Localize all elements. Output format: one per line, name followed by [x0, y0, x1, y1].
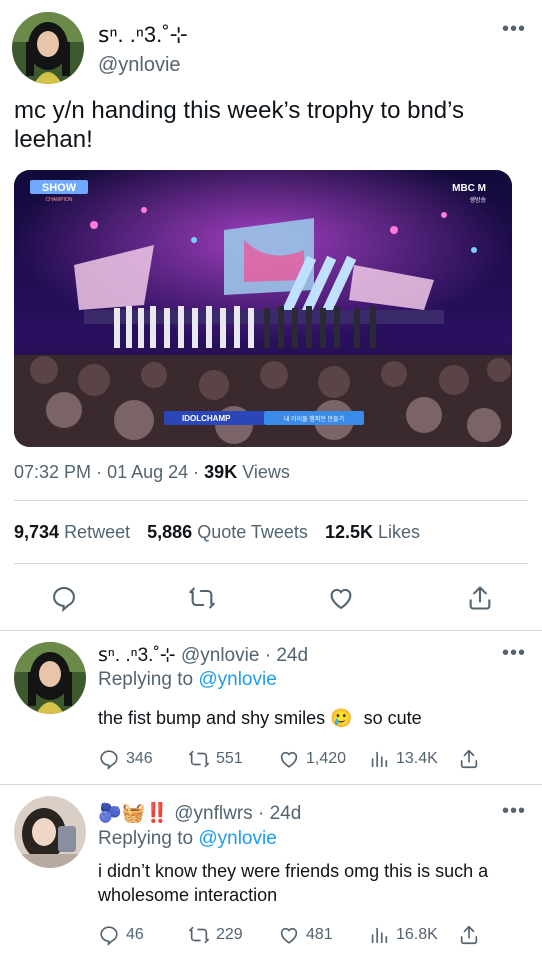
more-icon[interactable]: •••	[502, 642, 526, 665]
reply-avatar[interactable]	[14, 642, 86, 714]
tweet-time[interactable]: 07:32 PM	[14, 462, 91, 482]
views-label: Views	[242, 462, 290, 482]
reply-like-action[interactable]: 1,420	[278, 748, 368, 770]
show-logo: SHOW	[42, 182, 77, 194]
reply-actions: 46 229 481 16.8K	[98, 924, 480, 946]
tweet-stats: 9,734 Retweet 5,886 Quote Tweets 12.5K L…	[14, 520, 432, 544]
reply-views-action[interactable]: 16.8K	[368, 924, 458, 946]
like-icon[interactable]	[327, 584, 355, 612]
reply-text: i didn’t know they were friends omg this…	[98, 861, 489, 905]
share-icon	[460, 749, 478, 769]
reply-icon	[100, 750, 118, 770]
reply-reply-action[interactable]: 346	[98, 748, 188, 770]
reply-avatar[interactable]	[14, 796, 86, 868]
replying-handle[interactable]: @ynlovie	[198, 828, 276, 849]
channel-sub: 생방송	[469, 196, 486, 204]
reply-handle[interactable]: @ynflwrs	[174, 803, 252, 824]
tweet-text: mc y/n handing this week’s trophy to bnd…	[14, 97, 465, 153]
tweet-meta: 07:32 PM · 01 Aug 24 · 39K Views	[14, 462, 290, 482]
divider	[14, 500, 528, 501]
reply-reply-action[interactable]: 46	[98, 924, 188, 946]
reply-age[interactable]: 24d	[276, 645, 308, 666]
likes-stat[interactable]: 12.5K Likes	[325, 522, 420, 542]
views-count: 39K	[204, 462, 238, 482]
share-icon[interactable]	[466, 584, 494, 612]
reply-display-name[interactable]: ꜱⁿ. .ⁿ3.˚⊹	[98, 645, 176, 666]
like-icon	[280, 927, 298, 944]
author-handle[interactable]: @ynlovie	[98, 53, 181, 77]
banner-left: IDOLCHAMP	[182, 414, 231, 423]
tweet-date[interactable]: 01 Aug 24	[107, 462, 188, 482]
reply-share-action[interactable]	[458, 748, 480, 770]
reply-age[interactable]: 24d	[270, 803, 302, 824]
banner-right: 내 아이돌 챔피언 만들기	[284, 415, 344, 423]
author-avatar[interactable]	[12, 12, 84, 84]
reply-views-action[interactable]: 13.4K	[368, 748, 458, 770]
divider	[14, 563, 528, 564]
channel-logo: MBC M	[452, 183, 486, 194]
retweets-stat[interactable]: 9,734 Retweet	[14, 522, 130, 542]
reply-actions: 346 551 1,420 13.4K	[98, 748, 480, 770]
reply-share-action[interactable]	[458, 924, 480, 946]
more-icon[interactable]: •••	[502, 18, 526, 41]
retweet-icon	[189, 926, 209, 944]
quotes-stat[interactable]: 5,886 Quote Tweets	[147, 522, 308, 542]
show-logo-sub: CHAMPION	[46, 197, 73, 203]
reply-display-name[interactable]: 🫐🧺‼️	[98, 803, 169, 824]
views-icon	[371, 751, 388, 768]
reply-retweet-action[interactable]: 229	[188, 924, 278, 946]
reply-like-action[interactable]: 481	[278, 924, 368, 946]
divider	[0, 784, 542, 785]
reply-icon	[100, 926, 118, 946]
share-icon	[460, 925, 478, 945]
more-icon[interactable]: •••	[502, 800, 526, 823]
like-icon	[280, 751, 298, 768]
reply-header: ꜱⁿ. .ⁿ3.˚⊹ @ynlovie · 24d	[98, 645, 309, 666]
reply-header: 🫐🧺‼️ @ynflwrs · 24d	[98, 803, 302, 824]
retweet-icon[interactable]	[188, 584, 216, 612]
replying-to: Replying to @ynlovie	[98, 828, 277, 849]
tweet-media[interactable]: SHOW CHAMPION MBC M 생방송 IDOLCHAMP 내 아이돌 …	[14, 170, 512, 447]
reply-handle[interactable]: @ynlovie	[181, 645, 259, 666]
reply-icon[interactable]	[50, 584, 78, 612]
views-icon	[371, 927, 388, 944]
reply-retweet-action[interactable]: 551	[188, 748, 278, 770]
replying-handle[interactable]: @ynlovie	[198, 669, 276, 690]
emoji: 🥲	[330, 708, 353, 728]
retweet-icon	[189, 750, 209, 768]
replying-to: Replying to @ynlovie	[98, 669, 277, 690]
reply-text: the fist bump and shy smiles 🥲 so cute	[98, 708, 422, 728]
author-display-name[interactable]: ꜱⁿ. .ⁿ3.˚⊹	[98, 22, 188, 48]
divider	[0, 630, 542, 631]
